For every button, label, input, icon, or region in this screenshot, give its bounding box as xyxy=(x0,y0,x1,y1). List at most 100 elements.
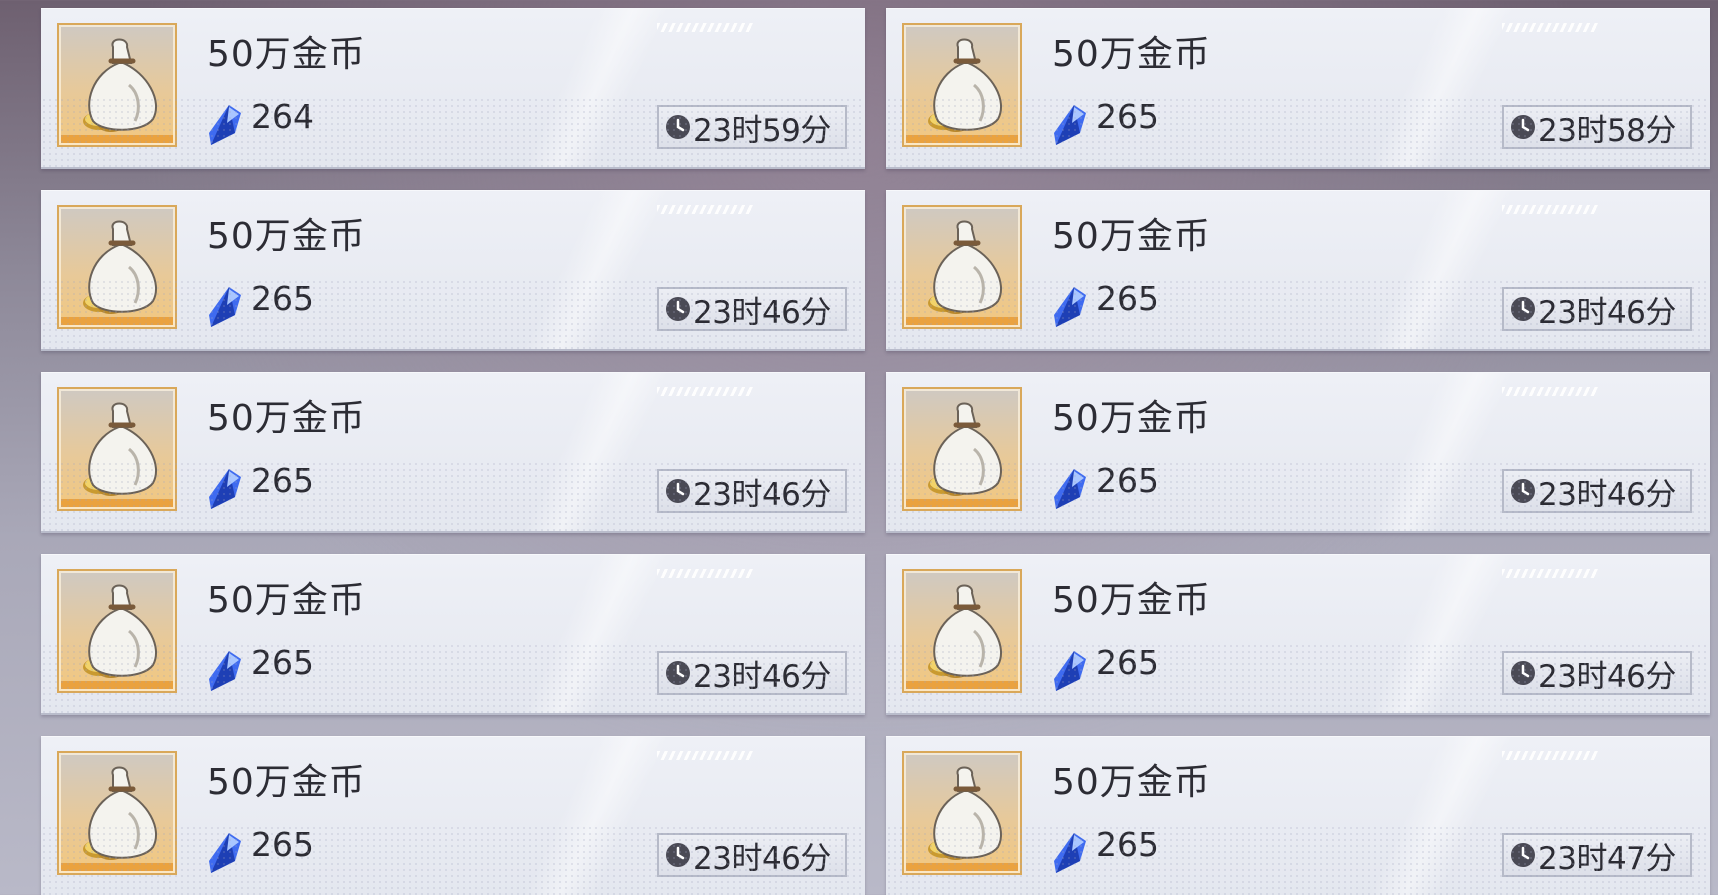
timer-text: 23时46分 xyxy=(1538,294,1676,331)
clock-icon xyxy=(666,661,690,685)
item-name: 50万金币 xyxy=(1052,762,1211,803)
restock-timer: 23时46分 xyxy=(1502,651,1692,695)
shop-item-card[interactable]: 50万金币 265 23时46分 xyxy=(886,190,1710,351)
blue-crystal-icon xyxy=(209,651,241,691)
restock-timer: 23时46分 xyxy=(1502,287,1692,331)
coin-bag-icon xyxy=(928,766,1003,860)
decorative-stripes xyxy=(657,23,753,32)
timer-text: 23时46分 xyxy=(693,658,831,695)
blue-crystal-icon xyxy=(209,287,241,327)
item-rarity-bar xyxy=(906,317,1018,325)
decorative-stripes xyxy=(1502,205,1598,214)
timer-text: 23时46分 xyxy=(693,294,831,331)
coin-bag-icon xyxy=(928,402,1003,496)
decorative-stripes xyxy=(1502,569,1598,578)
shop-item-card[interactable]: 50万金币 264 23时59分 xyxy=(41,8,865,169)
item-icon-frame xyxy=(902,205,1022,329)
clock-icon xyxy=(666,297,690,321)
restock-timer: 23时46分 xyxy=(1502,469,1692,513)
item-rarity-bar xyxy=(61,681,173,689)
item-name: 50万金币 xyxy=(207,398,366,439)
shop-item-card[interactable]: 50万金币 265 23时46分 xyxy=(41,554,865,715)
item-rarity-bar xyxy=(61,863,173,871)
decorative-stripes xyxy=(1502,751,1598,760)
clock-icon xyxy=(666,843,690,867)
item-price: 265 xyxy=(251,825,314,864)
clock-icon xyxy=(1511,661,1535,685)
restock-timer: 23时46分 xyxy=(657,287,847,331)
item-icon-frame xyxy=(57,387,177,511)
item-icon-frame xyxy=(57,569,177,693)
timer-text: 23时58分 xyxy=(1538,112,1676,149)
item-price: 265 xyxy=(251,279,314,318)
blue-crystal-icon xyxy=(1054,469,1086,509)
blue-crystal-icon xyxy=(1054,651,1086,691)
coin-bag-icon xyxy=(83,220,158,314)
coin-bag-icon xyxy=(83,584,158,678)
shop-item-card[interactable]: 50万金币 265 23时46分 xyxy=(886,372,1710,533)
item-rarity-bar xyxy=(906,499,1018,507)
item-price: 265 xyxy=(251,461,314,500)
item-icon-frame xyxy=(57,205,177,329)
item-icon-frame xyxy=(902,23,1022,147)
item-name: 50万金币 xyxy=(207,762,366,803)
timer-text: 23时46分 xyxy=(693,840,831,877)
item-rarity-bar xyxy=(61,317,173,325)
timer-text: 23时46分 xyxy=(1538,476,1676,513)
item-price: 265 xyxy=(1096,825,1159,864)
shop-item-card[interactable]: 50万金币 265 23时46分 xyxy=(886,554,1710,715)
restock-timer: 23时46分 xyxy=(657,833,847,877)
item-rarity-bar xyxy=(61,499,173,507)
shop-item-card[interactable]: 50万金币 265 23时58分 xyxy=(886,8,1710,169)
shop-item-card[interactable]: 50万金币 265 23时46分 xyxy=(41,372,865,533)
decorative-stripes xyxy=(657,751,753,760)
decorative-stripes xyxy=(657,205,753,214)
coin-bag-icon xyxy=(928,220,1003,314)
item-price: 265 xyxy=(1096,461,1159,500)
blue-crystal-icon xyxy=(1054,105,1086,145)
decorative-stripes xyxy=(657,569,753,578)
item-rarity-bar xyxy=(906,135,1018,143)
restock-timer: 23时46分 xyxy=(657,651,847,695)
item-icon-frame xyxy=(57,23,177,147)
item-name: 50万金币 xyxy=(207,580,366,621)
clock-icon xyxy=(1511,297,1535,321)
timer-text: 23时46分 xyxy=(1538,658,1676,695)
item-rarity-bar xyxy=(906,681,1018,689)
item-price: 264 xyxy=(251,97,314,136)
coin-bag-icon xyxy=(83,402,158,496)
shop-item-card[interactable]: 50万金币 265 23时46分 xyxy=(41,736,865,895)
shop-item-card[interactable]: 50万金币 265 23时47分 xyxy=(886,736,1710,895)
blue-crystal-icon xyxy=(209,105,241,145)
coin-bag-icon xyxy=(83,766,158,860)
item-price: 265 xyxy=(251,643,314,682)
item-name: 50万金币 xyxy=(1052,398,1211,439)
clock-icon xyxy=(666,115,690,139)
item-icon-frame xyxy=(902,569,1022,693)
restock-timer: 23时46分 xyxy=(657,469,847,513)
item-rarity-bar xyxy=(906,863,1018,871)
restock-timer: 23时59分 xyxy=(657,105,847,149)
timer-text: 23时59分 xyxy=(693,112,831,149)
item-name: 50万金币 xyxy=(207,34,366,75)
clock-icon xyxy=(1511,115,1535,139)
timer-text: 23时46分 xyxy=(693,476,831,513)
item-icon-frame xyxy=(902,751,1022,875)
shop-item-card[interactable]: 50万金币 265 23时46分 xyxy=(41,190,865,351)
blue-crystal-icon xyxy=(1054,833,1086,873)
restock-timer: 23时47分 xyxy=(1502,833,1692,877)
decorative-stripes xyxy=(1502,387,1598,396)
decorative-stripes xyxy=(657,387,753,396)
clock-icon xyxy=(1511,843,1535,867)
item-name: 50万金币 xyxy=(1052,34,1211,75)
coin-bag-icon xyxy=(83,38,158,132)
shop-item-grid: 50万金币 264 23时59分 50万金币 265 23时58分 50万金币 … xyxy=(0,0,1718,895)
item-name: 50万金币 xyxy=(1052,580,1211,621)
coin-bag-icon xyxy=(928,584,1003,678)
item-price: 265 xyxy=(1096,643,1159,682)
item-icon-frame xyxy=(902,387,1022,511)
blue-crystal-icon xyxy=(209,833,241,873)
item-name: 50万金币 xyxy=(1052,216,1211,257)
clock-icon xyxy=(666,479,690,503)
blue-crystal-icon xyxy=(1054,287,1086,327)
